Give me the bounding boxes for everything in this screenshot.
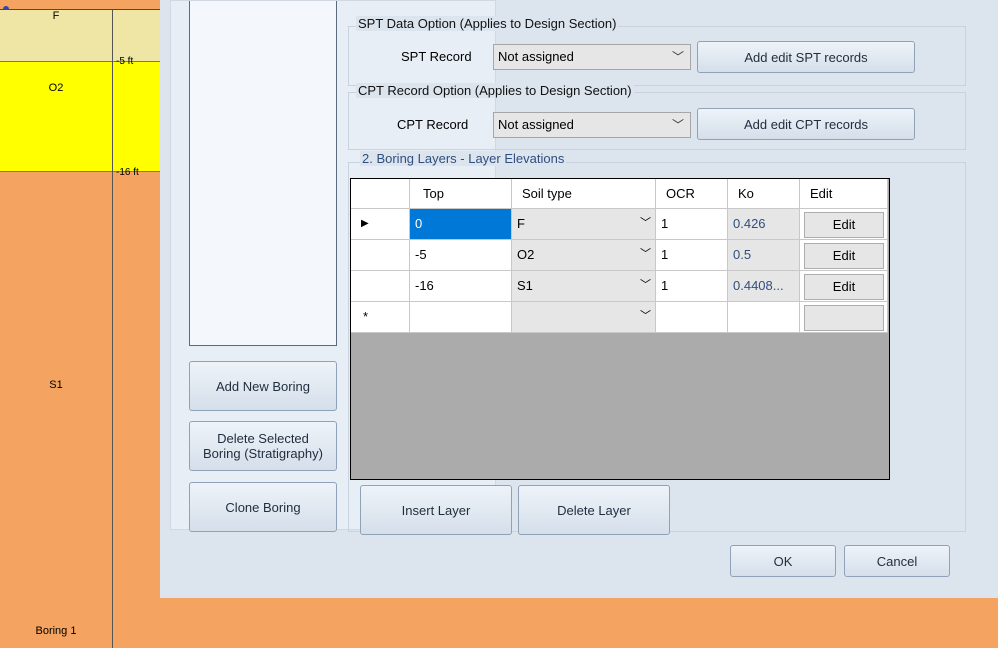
row-header[interactable] (351, 271, 410, 302)
delete-selected-boring-button[interactable]: Delete Selected Boring (Stratigraphy) (189, 421, 337, 471)
chevron-down-icon: ﹀ (640, 217, 651, 229)
cell-ko: 0.4408... (728, 271, 800, 302)
cpt-record-select[interactable]: Not assigned ﹀ (493, 112, 691, 138)
chevron-down-icon: ﹀ (640, 248, 651, 260)
cell-ko: 0.426 (728, 209, 800, 240)
add-new-boring-button[interactable]: Add New Boring (189, 361, 337, 411)
row-header-corner (351, 179, 410, 209)
chevron-down-icon: ﹀ (671, 50, 684, 64)
elevation-label-s1: -16 ft (116, 167, 139, 178)
elevation-segment-s1 (113, 172, 161, 648)
chevron-down-icon: ﹀ (640, 310, 651, 322)
cpt-group-title: CPT Record Option (Applies to Design Sec… (356, 83, 634, 98)
layers-grid[interactable]: Top Soil type OCR Ko Edit ▶ 0 F ﹀ 1 0.42… (350, 178, 890, 480)
cell-ocr[interactable]: 1 (656, 271, 728, 302)
cell-ocr[interactable]: 1 (656, 209, 728, 240)
cell-soil-type-new[interactable]: ﹀ (512, 302, 656, 333)
cpt-record-label: CPT Record (397, 117, 469, 132)
add-edit-cpt-button[interactable]: Add edit CPT records (697, 108, 915, 140)
row-header-new[interactable]: * (351, 302, 410, 333)
column-header-ko[interactable]: Ko (728, 179, 800, 209)
elevation-segment-o2 (113, 62, 161, 172)
strata-column: F O2 S1 -5 ft -16 ft Boring 1 (0, 0, 161, 648)
insert-layer-button[interactable]: Insert Layer (360, 485, 512, 535)
column-header-top[interactable]: Top (410, 179, 512, 209)
soil-type-value: O2 (517, 247, 535, 262)
elevation-label-o2: -5 ft (116, 56, 134, 67)
row-header[interactable] (351, 240, 410, 271)
spt-record-label: SPT Record (401, 49, 472, 64)
layer-label-f: F (52, 10, 60, 22)
boring-list[interactable] (189, 1, 337, 346)
column-header-soil-type[interactable]: Soil type (512, 179, 656, 209)
cell-edit: Edit (800, 271, 888, 302)
add-edit-spt-button[interactable]: Add edit SPT records (697, 41, 915, 73)
cell-soil-type[interactable]: S1 ﹀ (512, 271, 656, 302)
cell-top[interactable]: -16 (410, 271, 512, 302)
elevation-segment-f (113, 10, 161, 62)
elevation-column (112, 10, 161, 648)
layer-label-s1: S1 (49, 379, 63, 391)
edit-layer-button[interactable]: Edit (804, 243, 884, 269)
layers-section-title: 2. Boring Layers - Layer Elevations (360, 151, 567, 166)
delete-layer-button[interactable]: Delete Layer (518, 485, 670, 535)
column-header-ocr[interactable]: OCR (656, 179, 728, 209)
spt-record-select[interactable]: Not assigned ﹀ (493, 44, 691, 70)
row-header-current[interactable]: ▶ (351, 209, 410, 240)
cell-soil-type[interactable]: F ﹀ (512, 209, 656, 240)
cancel-button[interactable]: Cancel (844, 545, 950, 577)
cell-edit: Edit (800, 240, 888, 271)
clone-boring-button[interactable]: Clone Boring (189, 482, 337, 532)
layer-label-o2: O2 (48, 82, 64, 94)
edit-layer-button[interactable]: Edit (804, 212, 884, 238)
strata-layer-s1[interactable]: S1 (0, 172, 112, 648)
spt-group-title: SPT Data Option (Applies to Design Secti… (356, 16, 619, 31)
chevron-down-icon: ﹀ (640, 279, 651, 291)
strata-layer-f[interactable]: F (0, 10, 112, 62)
cell-ko: 0.5 (728, 240, 800, 271)
spt-record-value: Not assigned (498, 49, 574, 64)
cell-ocr-new[interactable] (656, 302, 728, 333)
soil-type-value: S1 (517, 278, 533, 293)
cell-soil-type[interactable]: O2 ﹀ (512, 240, 656, 271)
cell-edit: Edit (800, 209, 888, 240)
cell-ko-new[interactable] (728, 302, 800, 333)
ok-button[interactable]: OK (730, 545, 836, 577)
cell-top[interactable]: -5 (410, 240, 512, 271)
cell-ocr[interactable]: 1 (656, 240, 728, 271)
chevron-down-icon: ﹀ (671, 118, 684, 132)
delete-selected-line2: Boring (Stratigraphy) (203, 446, 323, 461)
cell-top[interactable]: 0 (410, 209, 512, 240)
edit-layer-button[interactable]: Edit (804, 274, 884, 300)
edit-layer-button-new (804, 305, 884, 331)
soil-type-value: F (517, 216, 525, 231)
cell-edit-new (800, 302, 888, 333)
column-header-edit[interactable]: Edit (800, 179, 888, 209)
boring-name-label: Boring 1 (35, 625, 77, 637)
strata-layer-o2[interactable]: O2 (0, 62, 112, 172)
cell-top-new[interactable] (410, 302, 512, 333)
cpt-record-value: Not assigned (498, 117, 574, 132)
delete-selected-line1: Delete Selected (217, 431, 309, 446)
